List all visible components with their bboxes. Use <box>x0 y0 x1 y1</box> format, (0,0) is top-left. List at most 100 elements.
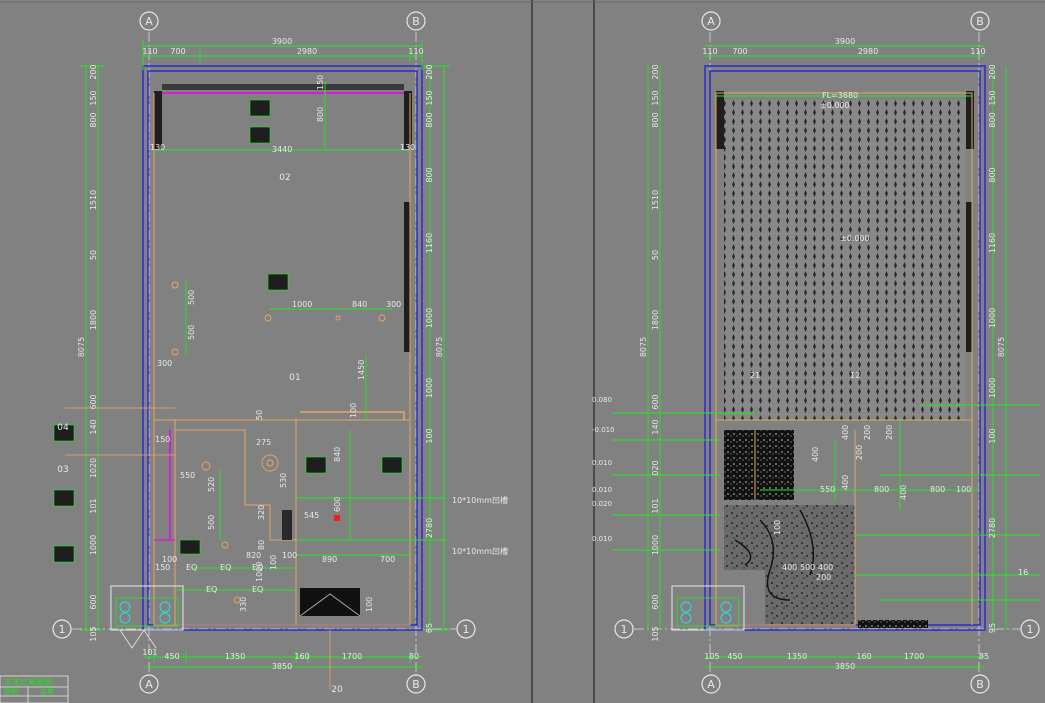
dimension-label: 150 <box>89 90 98 105</box>
dimension-label: 600 <box>89 594 98 609</box>
dimension-label: 65 <box>425 623 434 633</box>
dimension-label: 1350 <box>787 652 807 661</box>
dimension-label: 160 <box>856 652 871 661</box>
dimension-label: 150 <box>316 75 325 90</box>
wall-hatch <box>404 91 412 149</box>
dimension-label: 8075 <box>997 337 1006 357</box>
dimension-label: 450 <box>727 652 742 661</box>
dimension-label: 1160 <box>425 233 434 253</box>
dimension-label: 700 <box>380 555 395 564</box>
dimension-label: 50 <box>255 410 264 420</box>
dimension-label: 1 <box>621 623 628 636</box>
dimension-label: 160 <box>294 652 309 661</box>
grid-bubble-a-top: A <box>139 11 159 31</box>
ceiling-plan-left: A B A B 1 1 3900 110 700 2980 110 101 45… <box>0 11 508 703</box>
dimension-label: B <box>412 15 420 28</box>
dimension-label: 85 <box>979 652 989 661</box>
floor-plan-right: A B A B 1 1 3900 110 700 2980 110 105 45… <box>592 11 1040 694</box>
dimension-label: 200 <box>988 64 997 79</box>
dimension-label: 1000 <box>988 308 997 328</box>
dimension-label: B <box>976 15 984 28</box>
dimension-label: 1 <box>463 623 470 636</box>
dimension-label: 1000 <box>425 378 434 398</box>
dimension-label: 100 <box>365 597 374 612</box>
grid-bubble-a-top-right: A <box>701 11 721 31</box>
grid-bubble-a-bottom-right: A <box>701 674 721 694</box>
dimension-label: 400 <box>811 447 820 462</box>
dimension-label: 800 <box>651 112 660 127</box>
dimension-label: 50 <box>651 250 660 260</box>
dimension-label: 600 <box>333 497 342 512</box>
dimension-label: 10*10mm凹槽 <box>452 495 508 505</box>
dimension-label: 150 <box>988 90 997 105</box>
dimension-label: 2780 <box>425 518 434 538</box>
cad-drawing-canvas[interactable]: A B A B 1 1 3900 110 700 2980 110 101 45… <box>0 0 1045 703</box>
dimension-label: 1510 <box>89 190 98 210</box>
dimension-label: 500 <box>800 563 815 572</box>
dimension-label: -0.010 <box>592 426 615 434</box>
dimension-label: 0.080 <box>592 396 612 404</box>
dimension-label: 03 <box>57 465 68 475</box>
dimension-label: 200 <box>855 445 864 460</box>
dimension-label: 150 <box>651 90 660 105</box>
dimension-label: 500 <box>187 290 196 305</box>
dimension-label: 1 <box>59 623 66 636</box>
dimension-label: 400 <box>782 563 797 572</box>
dimension-label: ±0.000 <box>820 101 850 110</box>
dimension-label: 800 <box>425 167 434 182</box>
dimension-label: 400 <box>818 563 833 572</box>
dimension-label: 200 <box>863 425 872 440</box>
dimension-label: 8075 <box>77 337 86 357</box>
dimension-label: 80 <box>409 652 419 661</box>
dimension-label: 1000 <box>425 308 434 328</box>
dimension-label: 2980 <box>297 47 317 56</box>
dimension-label: 500 <box>187 325 196 340</box>
dimension-label: 150 <box>425 90 434 105</box>
dimension-label: 330 <box>239 597 248 612</box>
dimension-label: 3900 <box>272 37 292 46</box>
grid-bubble-b-top-right: B <box>970 11 990 31</box>
dimension-label: EQ <box>186 563 197 572</box>
dimension-label: 800 <box>988 167 997 182</box>
wall-hatch <box>404 202 410 352</box>
dimension-label: 1800 <box>651 310 660 330</box>
grid-bubble-1-right-right: 1 <box>1020 619 1040 639</box>
dimension-label: 800 <box>316 107 325 122</box>
dimension-label: 140 <box>89 419 98 434</box>
dimension-label: 1000 <box>292 300 312 309</box>
dimension-label: 275 <box>256 438 271 447</box>
stair-symbol <box>300 588 360 616</box>
sink-fixture <box>110 585 184 649</box>
dimension-label: 20 <box>331 685 343 695</box>
lighting-legend-table: 天花灯具图例 图例 名称 <box>0 675 69 703</box>
dimension-label: 820 <box>246 551 261 560</box>
dimension-label: 130 <box>400 143 415 152</box>
dimension-label: 130 <box>150 143 165 152</box>
dimension-label: A <box>707 678 715 691</box>
grid-bubble-b-top: B <box>406 11 426 31</box>
dimension-label: 3850 <box>272 662 292 671</box>
dimension-label: 101 <box>142 648 157 657</box>
dimension-label: 1510 <box>651 190 660 210</box>
dimension-label: 0.010 <box>592 535 612 543</box>
dimension-label: 400 <box>841 425 850 440</box>
dimension-label: 16 <box>1018 568 1028 577</box>
dimension-label: 700 <box>732 47 747 56</box>
dimension-label: 天花灯具图例 <box>4 677 52 687</box>
dimension-label: 700 <box>170 47 185 56</box>
dimension-label: 550 <box>180 471 195 480</box>
dimension-label: 500 <box>207 515 216 530</box>
dimension-label: EQ <box>252 585 263 594</box>
dimension-label: 1800 <box>89 310 98 330</box>
dimension-label: 600 <box>89 394 98 409</box>
dimension-label: 530 <box>279 473 288 488</box>
dimension-label: 2780 <box>988 518 997 538</box>
grid-bubble-b-bottom: B <box>406 674 426 694</box>
dimension-label: 04 <box>57 423 69 433</box>
dimension-label: 800 <box>425 112 434 127</box>
dimension-label: 105 <box>704 652 719 661</box>
dimension-label: 840 <box>333 447 342 462</box>
dimension-label: A <box>145 678 153 691</box>
dimension-label: 1000 <box>255 562 264 582</box>
dimension-label: 名称 <box>40 687 54 696</box>
